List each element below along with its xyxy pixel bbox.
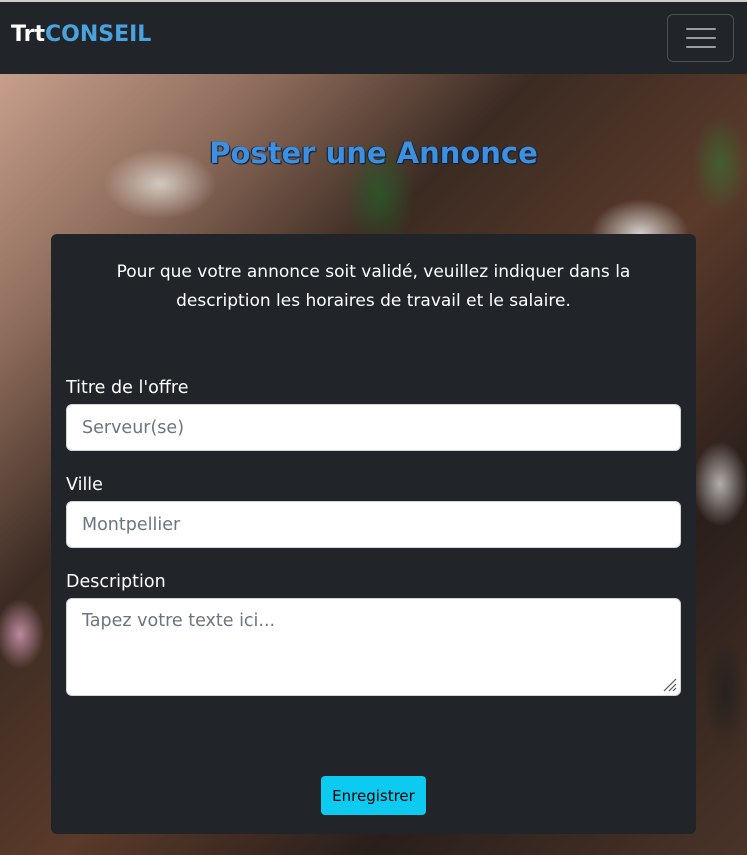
brand-logo[interactable]: TrtCONSEIL xyxy=(11,22,151,47)
city-input[interactable] xyxy=(66,501,681,548)
hamburger-menu-icon xyxy=(685,28,716,30)
title-label: Titre de l'offre xyxy=(66,378,189,398)
hamburger-menu-icon-bar xyxy=(685,37,716,39)
brand-text-accent: CONSEIL xyxy=(44,22,152,47)
form-intro-text: Pour que votre annonce soit validé, veui… xyxy=(116,262,631,311)
brand-text-primary: Trt xyxy=(11,22,45,47)
city-label: Ville xyxy=(66,475,103,495)
post-form-card: Pour que votre annonce soit validé, veui… xyxy=(51,234,696,834)
navbar-toggler-button[interactable] xyxy=(667,14,734,62)
page-title: Poster une Annonce xyxy=(209,136,538,170)
title-input[interactable] xyxy=(66,404,681,451)
description-textarea[interactable] xyxy=(66,598,681,696)
description-label: Description xyxy=(66,572,166,592)
navbar: TrtCONSEIL xyxy=(0,0,747,74)
hamburger-menu-icon-bar xyxy=(685,46,716,48)
save-button[interactable]: Enregistrer xyxy=(321,776,426,815)
